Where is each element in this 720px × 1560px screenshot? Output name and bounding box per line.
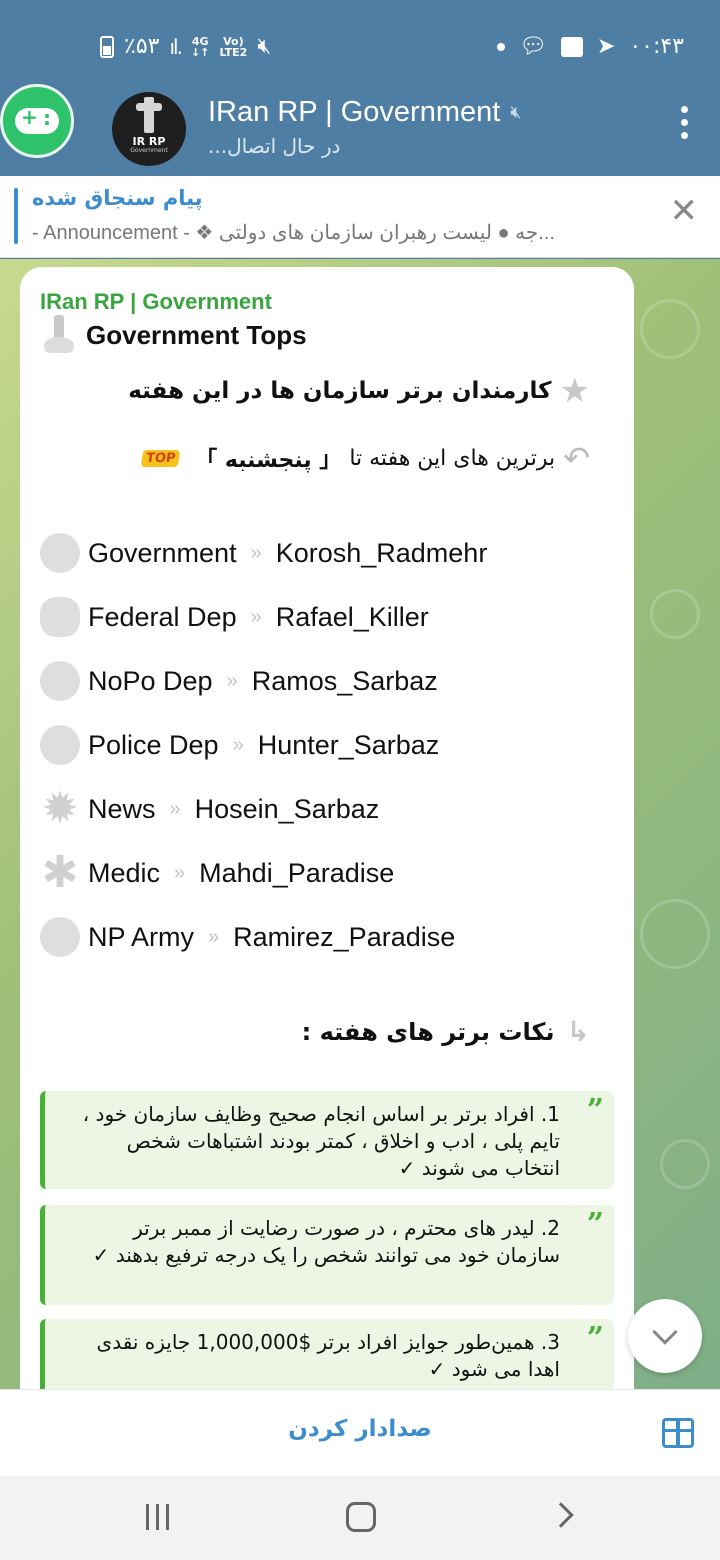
chat-header: IR RP Government IRan RP | Government 🔇︎… bbox=[0, 84, 720, 176]
double-arrow-icon: » bbox=[250, 541, 262, 564]
message-heading: Government Tops bbox=[42, 315, 307, 355]
message-sender[interactable]: IRan RP | Government bbox=[40, 289, 272, 315]
gift-icon[interactable] bbox=[662, 1418, 694, 1448]
list-item: ✱ Medic » Mahdi_Paradise bbox=[41, 848, 395, 897]
hook-icon: ↳ bbox=[566, 1015, 590, 1048]
wallpaper-doodle bbox=[660, 1139, 710, 1189]
mute-status-icon: 🔇︎ bbox=[257, 34, 272, 59]
chat-title[interactable]: IRan RP | Government 🔇︎ bbox=[208, 96, 522, 129]
chat-notification-icon: 💬︎ bbox=[518, 34, 547, 59]
pinned-message-bar[interactable]: پیام سنجاق شده - Announcement - ❖ جه ● ل… bbox=[0, 176, 720, 258]
tips-heading: ↳ نکات برتر های هفته : bbox=[301, 1015, 590, 1048]
status-left: ٪۵۳ ıl. 4G ↓↑ Vo) LTE2 🔇︎ bbox=[100, 34, 271, 59]
double-arrow-icon: » bbox=[208, 925, 220, 948]
circle-icon bbox=[40, 725, 80, 765]
burst-icon: ✹ bbox=[41, 784, 79, 833]
system-nav-bar bbox=[0, 1476, 720, 1560]
notification-dot-icon bbox=[496, 42, 505, 51]
list-item: Police Dep » Hunter_Sarbaz bbox=[40, 725, 439, 765]
quote-icon: ” bbox=[586, 1093, 604, 1128]
chat-area[interactable]: IRan RP | Government Government Tops ★ ک… bbox=[0, 259, 720, 1389]
signal-icon: ıl. bbox=[169, 34, 183, 59]
gamepad-icon[interactable] bbox=[0, 84, 74, 158]
network-type: 4G ↓↑ bbox=[190, 34, 210, 59]
double-arrow-icon: » bbox=[169, 797, 181, 820]
telegram-notification-icon: ➤ bbox=[596, 34, 616, 59]
list-item: ✹ News » Hosein_Sarbaz bbox=[41, 784, 380, 833]
channel-avatar[interactable]: IR RP Government bbox=[112, 92, 186, 166]
quote-block: ” 1. افراد برتر بر اساس انجام صحیح وظایف… bbox=[40, 1091, 614, 1189]
quote-icon: ” bbox=[586, 1207, 604, 1242]
bottom-bar: صدادار کردن bbox=[0, 1389, 720, 1476]
hookah-icon bbox=[42, 315, 76, 355]
wallpaper-doodle bbox=[640, 299, 700, 359]
connection-status: در حال اتصال... bbox=[208, 134, 341, 158]
muted-icon: 🔇︎ bbox=[510, 102, 522, 122]
home-button[interactable] bbox=[346, 1502, 376, 1532]
quote-icon: ” bbox=[586, 1321, 604, 1356]
list-item: NP Army » Ramirez_Paradise bbox=[40, 917, 455, 957]
clock: ۰۰:۴۳ bbox=[629, 34, 684, 59]
pinned-text: - Announcement - ❖ جه ● لیست رهبران سازم… bbox=[32, 222, 555, 244]
circle-icon bbox=[40, 917, 80, 957]
double-arrow-icon: » bbox=[232, 733, 244, 756]
message-bubble[interactable]: IRan RP | Government Government Tops ★ ک… bbox=[20, 267, 634, 1389]
unmute-button[interactable]: صدادار کردن bbox=[0, 1416, 720, 1442]
message-line-1: ★ کارمندان برتر سازمان ها در این هفته bbox=[128, 371, 590, 411]
list-item: Federal Dep » Rafael_Killer bbox=[40, 597, 429, 637]
wallpaper-doodle bbox=[640, 899, 710, 969]
circle-icon bbox=[40, 533, 80, 573]
quote-block: ” 2. لیدر های محترم ، در صورت رضایت از م… bbox=[40, 1205, 614, 1305]
chevron-down-icon bbox=[652, 1319, 678, 1345]
double-arrow-icon: » bbox=[226, 669, 238, 692]
double-arrow-icon: » bbox=[174, 861, 186, 884]
message-line-2: ↶ برترین های این هفته تا 「 پنجشنبه 」 TOP bbox=[140, 439, 590, 477]
back-button[interactable] bbox=[548, 1502, 574, 1528]
star-icon: ★ bbox=[559, 371, 590, 411]
reply-arrow-icon: ↶ bbox=[563, 439, 590, 477]
list-item: Government » Korosh_Radmehr bbox=[40, 533, 487, 573]
asterisk-icon: ✱ bbox=[41, 848, 79, 897]
volte-indicator: Vo) LTE2 bbox=[219, 34, 248, 59]
status-bar: ٪۵۳ ıl. 4G ↓↑ Vo) LTE2 🔇︎ 💬︎ ➤ ۰۰:۴۳ bbox=[0, 0, 720, 92]
list-item: NoPo Dep » Ramos_Sarbaz bbox=[40, 661, 438, 701]
pinned-title: پیام سنجاق شده bbox=[32, 186, 203, 210]
double-arrow-icon: » bbox=[250, 605, 262, 628]
wallpaper-doodle bbox=[650, 589, 700, 639]
badge-icon bbox=[40, 597, 80, 637]
gallery-notification-icon bbox=[560, 36, 583, 57]
circle-icon bbox=[40, 661, 80, 701]
close-icon[interactable]: ✕ bbox=[670, 194, 699, 228]
quote-block: ” 3. همین‌طور جوایز افراد برتر $1,000,00… bbox=[40, 1319, 614, 1389]
battery-level: ٪۵۳ bbox=[124, 34, 160, 59]
scroll-down-button[interactable] bbox=[628, 1299, 702, 1373]
recents-button[interactable] bbox=[146, 1504, 169, 1530]
more-menu-icon[interactable] bbox=[678, 106, 690, 139]
pinned-indicator bbox=[14, 188, 18, 244]
status-right: 💬︎ ➤ ۰۰:۴۳ bbox=[496, 34, 684, 59]
battery-icon bbox=[100, 35, 114, 58]
top-badge-icon: TOP bbox=[140, 449, 181, 467]
